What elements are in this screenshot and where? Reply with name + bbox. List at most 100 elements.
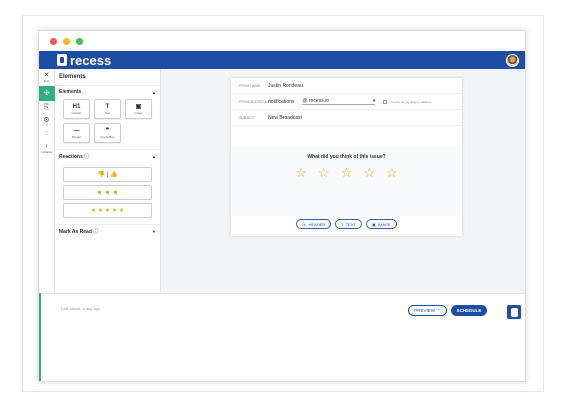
maximize-window-icon[interactable] xyxy=(76,37,83,45)
subject-input[interactable]: New Broadcast xyxy=(268,115,302,121)
star-icon[interactable]: ☆ xyxy=(386,165,398,181)
rail-exit[interactable]: ✕ Exit xyxy=(39,69,55,86)
panel-title: Elements xyxy=(55,69,160,86)
rail-collapse[interactable]: ‹ Collapse xyxy=(39,140,55,157)
star-icon[interactable]: ☆ xyxy=(318,165,330,181)
reaction-stars[interactable]: ★ ★ ★ ★ ★ xyxy=(63,203,152,218)
from-name-row[interactable]: FROM NAME Justin Rondeau xyxy=(231,78,462,94)
info-icon: ⓘ xyxy=(84,154,90,160)
rail-document[interactable]: ⎘ xyxy=(39,101,55,114)
rating-question: What did you think of this issue? xyxy=(307,154,386,160)
element-quote-button[interactable]: ❞ Quote Box xyxy=(94,123,121,143)
text-icon: T xyxy=(341,221,344,227)
reaction-faces[interactable]: ☻ ☻ ☻ xyxy=(63,185,152,200)
element-header-button[interactable]: H1 Header xyxy=(63,99,90,119)
star-icon[interactable]: ☆ xyxy=(341,165,353,181)
quote-icon: ❞ xyxy=(105,127,110,134)
elements-icon: ✣ xyxy=(43,90,50,97)
reply-to-label: Use this as my reply-to address xyxy=(389,99,432,104)
help-widget-button[interactable] xyxy=(507,305,521,319)
brand[interactable]: recess xyxy=(57,53,111,68)
info-icon: ⓘ xyxy=(93,229,99,235)
from-name-input[interactable]: Justin Rondeau xyxy=(268,83,303,89)
elements-heading: Elements xyxy=(59,89,82,95)
brand-name: recess xyxy=(70,52,112,68)
element-label: Header xyxy=(71,110,82,115)
chevron-up-icon: ⌃ xyxy=(436,307,441,313)
lightbulb-icon: ◌ xyxy=(44,130,49,137)
preview-label: PREVIEW xyxy=(414,308,435,313)
from-address-input[interactable]: notifications xyxy=(268,99,294,105)
insert-image-label: IMAGE xyxy=(377,221,391,227)
elements-panel: Elements Elements ▲ H1 Header T Text ▣ I… xyxy=(55,69,161,293)
rail-exit-label: Exit xyxy=(43,79,49,83)
window-titlebar xyxy=(39,31,525,51)
insert-text-label: TEXT xyxy=(345,221,356,227)
avatar[interactable] xyxy=(506,53,519,67)
caret-up-icon: ▲ xyxy=(152,154,156,159)
header-icon: H₁ xyxy=(302,221,307,227)
schedule-button[interactable]: SCHEDULE xyxy=(451,305,487,316)
chevron-down-icon: ▾ xyxy=(372,98,376,104)
subject-row[interactable]: SUBJECT New Broadcast xyxy=(231,110,462,126)
app-window: recess ✕ Exit ✣ ⎘ ⚙ ◌ ‹ Collapse Element… xyxy=(38,30,526,382)
element-label: Image xyxy=(134,110,143,115)
rail-elements[interactable]: ✣ xyxy=(39,86,55,101)
document-icon: ⎘ xyxy=(43,104,50,111)
reaction-thumbs[interactable]: 👎 | 👍 xyxy=(63,167,152,182)
text-icon: T xyxy=(105,103,110,110)
from-address-label: FROM ADDRESS xyxy=(239,99,268,104)
mark-read-heading: Mark As Read ⓘ xyxy=(59,229,99,235)
close-window-icon[interactable] xyxy=(50,37,57,45)
from-address-row: FROM ADDRESS notifications @ recess.io ▾… xyxy=(231,94,462,110)
element-label: Text xyxy=(104,110,111,115)
element-text-button[interactable]: T Text xyxy=(94,99,121,119)
divider-icon: — xyxy=(73,127,80,134)
element-divider-button[interactable]: — Divider xyxy=(63,123,90,143)
chevron-left-icon: ‹ xyxy=(45,143,48,150)
header-icon: H1 xyxy=(72,103,81,110)
rail-settings[interactable]: ⚙ xyxy=(39,114,55,127)
rail-ideas[interactable]: ◌ xyxy=(39,127,55,140)
element-label: Divider xyxy=(71,134,82,139)
domain-value: @ recess.io xyxy=(302,98,329,104)
close-icon: ✕ xyxy=(43,72,50,79)
last-saved-text: Last saved: a day ago xyxy=(61,306,101,311)
insert-header-label: HEADER xyxy=(308,221,326,227)
caret-down-icon: ▼ xyxy=(152,229,156,234)
insert-text-button[interactable]: T TEXT xyxy=(335,219,362,229)
app-header: recess xyxy=(39,51,525,69)
email-card: FROM NAME Justin Rondeau FROM ADDRESS no… xyxy=(231,78,462,236)
domain-select[interactable]: @ recess.io ▾ xyxy=(302,98,376,105)
content-block[interactable]: What did you think of this issue? ☆ ☆ ☆ … xyxy=(231,146,462,216)
recess-helper-icon xyxy=(510,307,518,317)
from-name-label: FROM NAME xyxy=(239,83,261,88)
elements-section-header[interactable]: Elements ▲ xyxy=(55,86,160,99)
gear-icon: ⚙ xyxy=(43,117,50,124)
element-image-button[interactable]: ▣ Image xyxy=(125,99,152,119)
checkbox-icon xyxy=(383,99,388,104)
star-icon[interactable]: ☆ xyxy=(363,165,375,181)
insert-header-button[interactable]: H₁ HEADER xyxy=(296,219,332,229)
reply-to-checkbox[interactable]: Use this as my reply-to address xyxy=(383,99,432,104)
image-icon: ▣ xyxy=(371,221,376,227)
insert-toolbar: H₁ HEADER T TEXT ▣ IMAGE xyxy=(231,219,462,229)
rail-collapse-label: Collapse xyxy=(40,150,53,154)
recess-logo-icon xyxy=(57,54,67,66)
reactions-section-header[interactable]: Reactions ⓘ ▲ xyxy=(55,150,160,164)
preview-button[interactable]: PREVIEW ⌃ xyxy=(408,305,447,316)
element-label: Quote Box xyxy=(100,134,115,139)
accent-strip xyxy=(39,293,41,381)
caret-up-icon: ▲ xyxy=(152,89,156,95)
minimize-window-icon[interactable] xyxy=(63,37,70,45)
star-icon[interactable]: ☆ xyxy=(295,165,307,181)
mark-read-section-header[interactable]: Mark As Read ⓘ ▼ xyxy=(55,225,160,239)
left-rail: ✕ Exit ✣ ⎘ ⚙ ◌ ‹ Collapse xyxy=(39,69,55,293)
elements-grid: H1 Header T Text ▣ Image — Divider ❞ Quo… xyxy=(55,99,160,143)
subject-label: SUBJECT xyxy=(239,115,255,120)
insert-image-button[interactable]: ▣ IMAGE xyxy=(365,219,397,229)
image-icon: ▣ xyxy=(135,103,142,110)
editor-canvas: FROM NAME Justin Rondeau FROM ADDRESS no… xyxy=(161,69,525,293)
reactions-heading: Reactions ⓘ xyxy=(59,154,90,160)
star-rating: ☆ ☆ ☆ ☆ ☆ xyxy=(231,165,462,181)
